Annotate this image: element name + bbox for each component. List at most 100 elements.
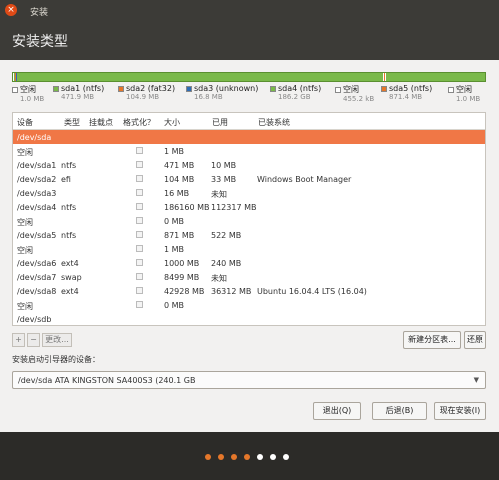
cell-type: ext4 [61,259,79,268]
header-system[interactable]: 已装系统 [258,117,290,128]
cell-device: /dev/sda [17,133,52,142]
chevron-down-icon: ▼ [473,376,479,384]
table-row[interactable]: /dev/sda5 ntfs 871 MB 522 MB [13,228,485,242]
table-row[interactable]: /dev/sda [13,130,485,144]
title-bar: × 安装 [0,0,499,20]
format-checkbox[interactable] [136,231,143,238]
table-row[interactable]: /dev/sda1 ntfs 471 MB 10 MB [13,158,485,172]
format-checkbox[interactable] [136,245,143,252]
header-mount[interactable]: 挂载点 [89,117,113,128]
cell-type: ext4 [61,287,79,296]
quit-button[interactable]: 退出(Q) [313,402,361,420]
format-checkbox[interactable] [136,203,143,210]
legend-swatch [53,86,59,92]
table-row[interactable]: 空闲 0 MB [13,214,485,228]
header-used[interactable]: 已用 [212,117,228,128]
format-checkbox[interactable] [136,217,143,224]
table-row[interactable]: /dev/sdb [13,312,485,325]
add-partition-button[interactable]: + [12,333,25,347]
install-now-button[interactable]: 现在安装(I) [434,402,486,420]
page-title: 安装类型 [12,34,68,50]
cell-used: 240 MB [211,259,242,268]
table-row[interactable]: /dev/sda7 swap 8499 MB 未知 [13,270,485,284]
legend-item: 空闲 1.0 MB [448,84,480,103]
legend-name: sda3 (unknown) [194,84,259,93]
close-icon[interactable]: × [5,4,17,16]
cell-device: /dev/sda7 [17,273,57,282]
cell-device: /dev/sda3 [17,189,57,198]
cell-size: 471 MB [164,161,195,170]
legend-size: 1.0 MB [20,95,45,103]
cell-used: 未知 [211,274,227,283]
partition-legend: 空闲 1.0 MB sda1 (ntfs) 471.9 MB sda2 (fat32) 1… [12,84,492,108]
legend-item: sda2 (fat32) 104.9 MB [118,84,175,101]
table-header: 设备 类型 挂载点 格式化？ 大小 已用 已装系统 [13,113,485,130]
cell-used: 10 MB [211,161,237,170]
revert-button[interactable]: 还原 [464,331,486,349]
page-header: 安装类型 [0,20,499,60]
partition-bar [12,72,486,82]
cell-size: 0 MB [164,301,185,310]
format-checkbox[interactable] [136,287,143,294]
header-size[interactable]: 大小 [164,117,180,128]
main-content: 空闲 1.0 MB sda1 (ntfs) 471.9 MB sda2 (fat32) 1… [0,60,499,432]
legend-item: 空闲 1.0 MB [12,84,44,103]
cell-type: ntfs [61,161,77,170]
cell-device: /dev/sdb [17,315,52,324]
legend-swatch [381,86,387,92]
table-row[interactable]: /dev/sda3 16 MB 未知 [13,186,485,200]
table-row[interactable]: /dev/sda4 ntfs 186160 MB 112317 MB [13,200,485,214]
change-partition-button[interactable]: 更改... [42,333,72,347]
table-row[interactable]: 空闲 0 MB [13,298,485,312]
format-checkbox[interactable] [136,175,143,182]
cell-size: 871 MB [164,231,195,240]
cell-device: /dev/sda5 [17,231,57,240]
cell-system: Ubuntu 16.04.4 LTS (16.04) [257,287,367,296]
cell-device: 空闲 [17,302,33,311]
cell-type: efi [61,175,71,184]
legend-name: sda1 (ntfs) [61,84,105,93]
progress-dot [270,454,276,460]
table-row[interactable]: /dev/sda6 ext4 1000 MB 240 MB [13,256,485,270]
format-checkbox[interactable] [136,161,143,168]
cell-size: 104 MB [164,175,195,184]
legend-item: sda1 (ntfs) 471.9 MB [53,84,104,101]
table-row[interactable]: 空闲 1 MB [13,144,485,158]
cell-size: 0 MB [164,217,185,226]
legend-size: 186.2 GB [278,93,311,101]
header-type[interactable]: 类型 [64,117,80,128]
table-row[interactable]: 空闲 1 MB [13,242,485,256]
format-checkbox[interactable] [136,273,143,280]
format-checkbox[interactable] [136,189,143,196]
legend-swatch [448,87,454,93]
partition-bar-segment [385,73,387,81]
legend-name: sda4 (ntfs) [278,84,322,93]
progress-dot [231,454,237,460]
header-format[interactable]: 格式化？ [123,117,155,128]
format-checkbox[interactable] [136,259,143,266]
cell-used: 36312 MB [211,287,252,296]
legend-size: 104.9 MB [126,93,160,101]
table-row[interactable]: /dev/sda8 ext4 42928 MB 36312 MB Ubuntu 16.0… [13,284,485,298]
format-checkbox[interactable] [136,301,143,308]
legend-item: sda5 (ntfs) 871.4 MB [381,84,432,101]
new-partition-table-button[interactable]: 新建分区表... [403,331,461,349]
progress-footer [0,432,499,480]
cell-device: /dev/sda8 [17,287,57,296]
progress-dot [218,454,224,460]
table-row[interactable]: /dev/sda2 efi 104 MB 33 MB Windows Boot Mana… [13,172,485,186]
header-device[interactable]: 设备 [17,117,33,128]
remove-partition-button[interactable]: − [27,333,40,347]
format-checkbox[interactable] [136,147,143,154]
cell-size: 8499 MB [164,273,200,282]
legend-swatch [186,86,192,92]
cell-used: 33 MB [211,175,237,184]
legend-size: 16.8 MB [194,93,223,101]
cell-used: 112317 MB [211,203,257,212]
bootloader-device-select[interactable]: /dev/sda ATA KINGSTON SA400S3 (240.1 GB … [12,371,486,389]
progress-dot [244,454,250,460]
cell-used: 未知 [211,190,227,199]
back-button[interactable]: 后退(B) [372,402,427,420]
bootloader-label: 安装启动引导器的设备： [12,355,100,364]
legend-size: 1.0 MB [456,95,481,103]
